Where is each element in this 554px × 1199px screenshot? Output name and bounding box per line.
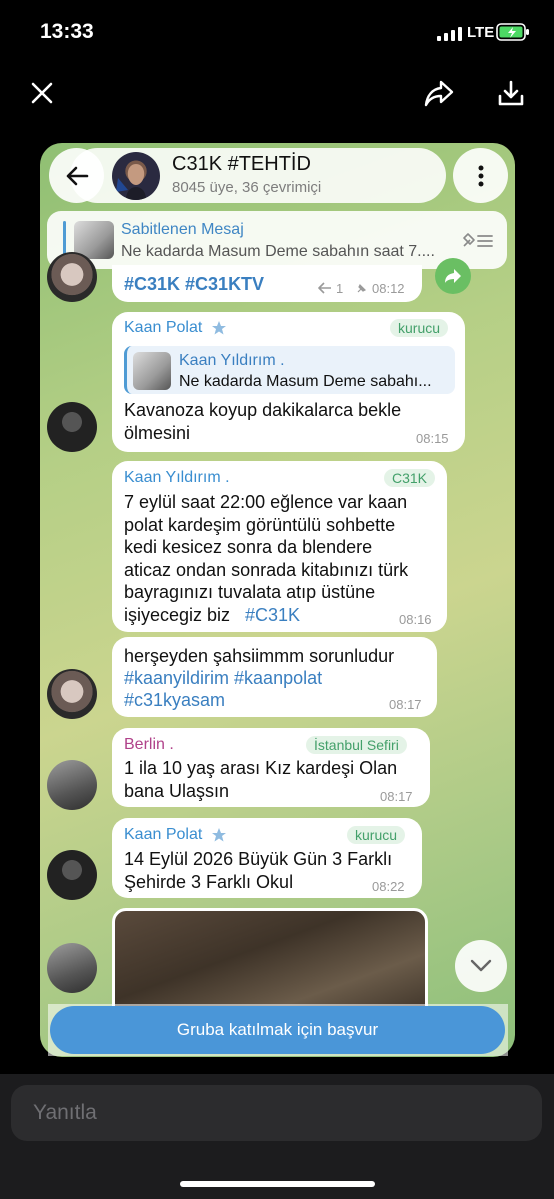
avatar[interactable]: [47, 760, 97, 810]
role-badge: İstanbul Sefiri: [306, 736, 407, 754]
message-text: 14 Eylül 2026 Büyük Gün 3 Farklı Şehirde…: [124, 849, 393, 892]
message-time: 08:15: [416, 431, 449, 446]
message-text: herşeyden şahsiimmm sorunludur: [124, 646, 395, 666]
reply-thumbnail: [133, 352, 171, 390]
avatar[interactable]: [47, 669, 97, 719]
close-icon[interactable]: [22, 73, 62, 113]
avatar[interactable]: [47, 402, 97, 452]
avatar[interactable]: [47, 252, 97, 302]
signal-icon: [437, 27, 462, 41]
message-text: Kavanoza koyup dakikalarca bekle ölmesin…: [124, 400, 402, 443]
share-icon[interactable]: [419, 73, 459, 113]
forward-button[interactable]: [435, 258, 471, 294]
message-sender[interactable]: Berlin .: [124, 736, 174, 754]
battery-icon: [496, 23, 529, 41]
message-text: 1 ila 10 yaş arası Kız kardeşi Olan bana…: [124, 758, 398, 801]
menu-button[interactable]: [453, 148, 508, 203]
message-hashtag[interactable]: #C31K: [245, 604, 300, 627]
message-time: 08:17: [380, 789, 413, 804]
reply-placeholder: Yanıtla: [33, 1101, 97, 1124]
message-time: 08:17: [389, 697, 422, 712]
message-time: 08:22: [372, 879, 405, 894]
back-arrow-icon: [66, 166, 88, 185]
pin-list-icon[interactable]: [460, 228, 494, 252]
star-icon: [212, 321, 226, 335]
pinned-text: Ne kadarda Masum Deme sabahın saat 7....: [121, 243, 435, 260]
status-time: 13:33: [40, 20, 94, 43]
message-hashtags[interactable]: #c31kyasam: [124, 689, 225, 712]
flag-overlay-icon: [116, 164, 146, 200]
pinned-title: Sabitlenen Mesaj: [121, 221, 244, 238]
message-time: 08:16: [399, 612, 432, 627]
message-time: 08:12: [372, 281, 405, 296]
group-title: C31K #TEHTİD: [172, 153, 311, 175]
group-subtitle: 8045 üye, 36 çevrimiçi: [172, 179, 322, 196]
avatar[interactable]: [47, 850, 97, 900]
reply-icon: [318, 282, 331, 294]
group-avatar[interactable]: [112, 152, 160, 200]
message-hashtags[interactable]: #C31K #C31KTV: [124, 273, 264, 296]
star-icon: [212, 828, 226, 842]
reply-text: Ne kadarda Masum Deme sabahı...: [179, 373, 432, 390]
home-indicator[interactable]: [180, 1181, 375, 1187]
role-badge: C31K: [384, 469, 436, 487]
reply-count: 1: [336, 281, 344, 296]
message-sender[interactable]: Kaan Polat: [124, 319, 202, 337]
reply-sender: Kaan Yıldırım .: [179, 352, 285, 369]
pin-icon: [357, 283, 367, 293]
join-group-button[interactable]: Gruba katılmak için başvur: [50, 1006, 505, 1054]
avatar[interactable]: [47, 943, 97, 993]
scroll-down-button[interactable]: [455, 940, 507, 992]
message-sender[interactable]: Kaan Polat: [124, 826, 202, 844]
download-icon[interactable]: [491, 73, 531, 113]
network-label: LTE: [467, 24, 495, 41]
back-button[interactable]: [49, 148, 104, 203]
role-badge: kurucu: [347, 826, 406, 844]
more-vertical-icon: [478, 165, 483, 186]
forward-icon: [445, 269, 461, 283]
message-hashtags[interactable]: #kaanyildirim #kaanpolat: [124, 667, 322, 690]
role-badge: kurucu: [390, 319, 449, 337]
chevron-down-icon: [470, 959, 492, 972]
message-sender[interactable]: Kaan Yıldırım .: [124, 469, 230, 487]
